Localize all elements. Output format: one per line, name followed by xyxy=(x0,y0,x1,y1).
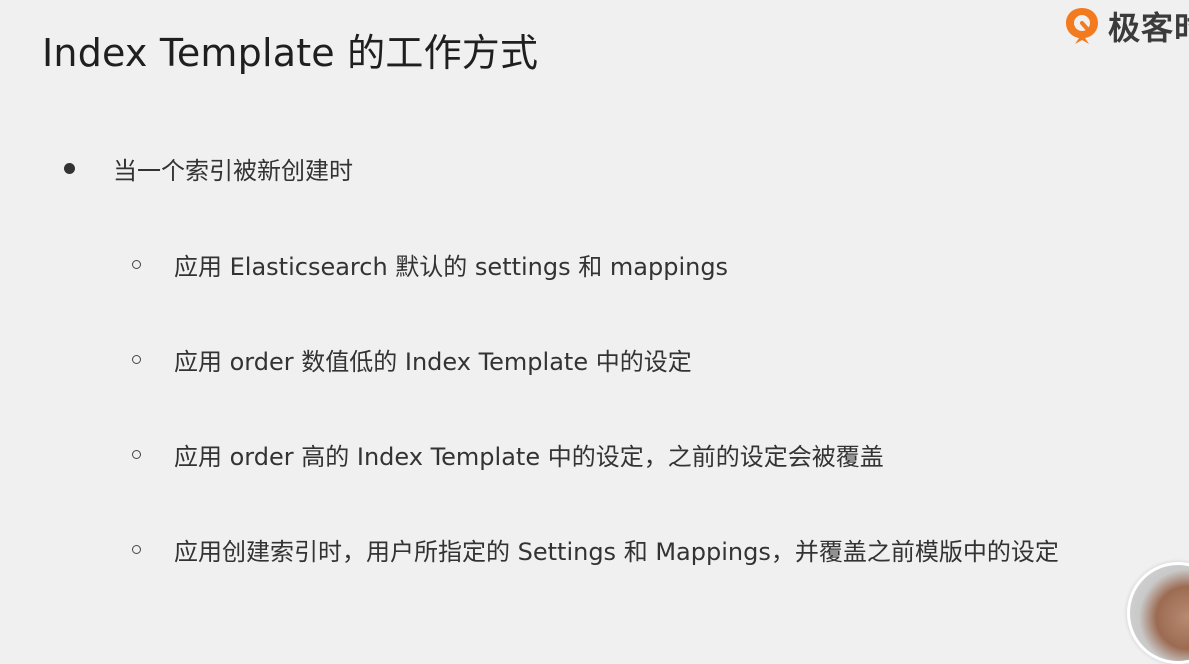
sub-bullet-item: 应用 Elasticsearch 默认的 settings 和 mappings xyxy=(132,246,728,282)
sub-bullet-circle-icon xyxy=(132,449,141,459)
slide-title: Index Template 的工作方式 xyxy=(42,31,539,75)
geektime-logo-icon xyxy=(1064,6,1100,46)
bullet-dot-icon xyxy=(64,162,75,174)
sub-bullet-text: 应用 Elasticsearch 默认的 settings 和 mappings xyxy=(174,252,729,281)
presenter-avatar xyxy=(1127,562,1189,664)
slide: Index Template 的工作方式 极客时 当一个索引被新创建时 应用 E… xyxy=(0,0,1189,664)
logo-text: 极客时 xyxy=(1107,9,1189,47)
sub-bullet-item: 应用创建索引时，用户所指定的 Settings 和 Mappings，并覆盖之前… xyxy=(132,531,1059,567)
sub-bullet-item: 应用 order 高的 Index Template 中的设定，之前的设定会被覆… xyxy=(132,436,884,472)
sub-bullet-text: 应用 order 数值低的 Index Template 中的设定 xyxy=(174,347,692,376)
brand-logo: 极客时 xyxy=(1064,2,1189,50)
sub-bullet-circle-icon xyxy=(132,544,141,554)
sub-bullet-text: 应用 order 高的 Index Template 中的设定，之前的设定会被覆… xyxy=(174,442,884,471)
sub-bullet-item: 应用 order 数值低的 Index Template 中的设定 xyxy=(132,341,692,377)
sub-bullet-circle-icon xyxy=(132,259,141,269)
bullet-item: 当一个索引被新创建时 xyxy=(62,150,353,186)
bullet-text: 当一个索引被新创建时 xyxy=(113,156,353,185)
sub-bullet-text: 应用创建索引时，用户所指定的 Settings 和 Mappings，并覆盖之前… xyxy=(174,537,1059,566)
sub-bullet-circle-icon xyxy=(132,354,141,364)
